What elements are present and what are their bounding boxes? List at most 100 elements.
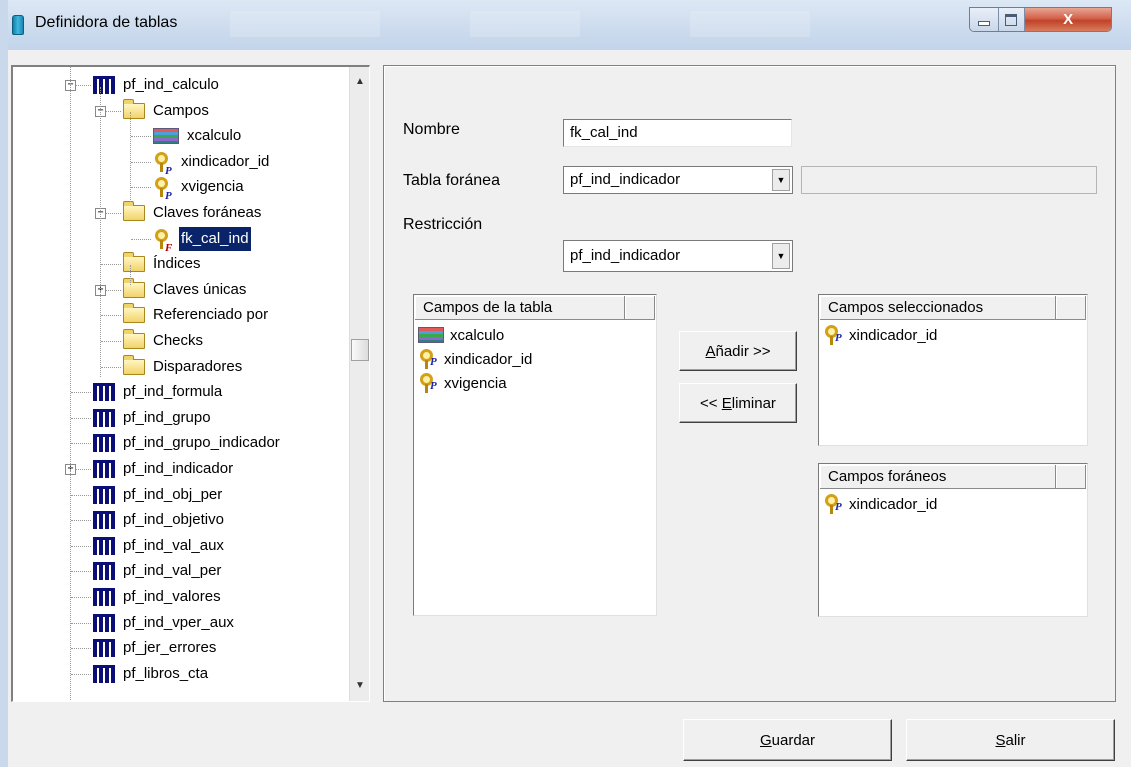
tree-item[interactable]: pf_ind_objetivo [93, 508, 226, 532]
tree-guide-line [70, 67, 71, 701]
tree-item[interactable]: pf_ind_calculo [93, 73, 221, 97]
campos-tabla-list[interactable]: Campos de la tabla xcalculo Pxindicador_i… [413, 294, 657, 616]
list-item[interactable]: Pxvigencia [418, 371, 507, 395]
tree-item[interactable]: pf_ind_val_per [93, 559, 223, 583]
folder-icon [123, 201, 145, 221]
eliminar-button[interactable]: << Eliminar [679, 383, 797, 423]
nombre-label: Nombre [403, 121, 460, 138]
anadir-button[interactable]: Añadir >> [679, 331, 797, 371]
tree-item[interactable]: Disparadores [123, 354, 244, 379]
window-left-edge [0, 0, 8, 767]
title-bar-reflection [230, 11, 380, 37]
tree-connector [71, 597, 91, 598]
tree-guide-line [100, 87, 101, 377]
column-header[interactable]: Campos seleccionados [820, 296, 1057, 320]
list-item-label: xcalculo [450, 326, 505, 344]
salir-button[interactable]: Salir [906, 719, 1115, 761]
table-icon [93, 639, 115, 658]
guardar-label: Guardar [759, 731, 816, 749]
key-letter: P [430, 356, 437, 368]
dropdown-arrow-icon[interactable]: ▼ [772, 243, 790, 269]
tree-item-label: Claves únicas [153, 280, 247, 298]
guardar-button[interactable]: Guardar [683, 719, 892, 761]
column-header[interactable]: Campos de la tabla [415, 296, 626, 320]
list-item[interactable]: Pxindicador_id [418, 347, 532, 371]
tree-guide-line [130, 112, 131, 202]
tree-connector [71, 494, 91, 496]
tree-item-label: pf_ind_valores [123, 588, 221, 605]
close-button[interactable]: X [1025, 8, 1111, 31]
column-header[interactable]: Campos foráneos [820, 465, 1057, 489]
column-header-empty[interactable] [1056, 465, 1086, 489]
table-icon [93, 460, 115, 478]
table-icon [93, 383, 115, 402]
tree-connector [101, 366, 121, 368]
campos-foraneos-list[interactable]: Campos foráneos Pxindicador_id [818, 463, 1088, 617]
tree-item[interactable]: pf_ind_obj_per [93, 483, 224, 507]
list-header: Campos de la tabla [415, 296, 655, 320]
tree-item[interactable]: Referenciado por [123, 303, 270, 327]
tree-connector [71, 520, 91, 522]
column-icon [153, 128, 179, 145]
key-letter: P [835, 332, 842, 344]
tabla-foranea-select[interactable]: pf_ind_indicador ▼ [563, 166, 793, 194]
tree-item-label: pf_ind_vper_aux [123, 613, 234, 631]
tree-item[interactable]: pf_ind_grupo [93, 406, 213, 430]
tree-item-label: Índices [153, 255, 201, 273]
column-header-empty[interactable] [625, 296, 655, 320]
tree-item[interactable]: pf_ind_indicador [93, 457, 235, 481]
tree-item-label: pf_ind_calculo [123, 76, 219, 93]
nombre-input[interactable]: fk_cal_ind [563, 119, 792, 147]
column-header-empty[interactable] [1056, 296, 1086, 320]
tree-item-label: fk_cal_ind [178, 225, 252, 252]
tree-item-label: pf_ind_val_aux [123, 536, 224, 554]
tree-scrollbar[interactable]: ▲ ▼ [349, 67, 369, 701]
tree-item-label: pf_ind_obj_per [123, 485, 223, 503]
scroll-thumb[interactable] [351, 339, 369, 361]
list-item[interactable]: Pxindicador_id [823, 492, 937, 516]
tree-item[interactable]: Checks [123, 329, 205, 353]
tree-item-label: pf_ind_grupo [123, 408, 211, 426]
primary-key-icon: P [418, 373, 440, 393]
minimize-button[interactable] [970, 8, 999, 31]
key-letter: P [835, 501, 842, 513]
table-tree[interactable]: pf_ind_calculo − Campos − xcalculo Pxindicado… [11, 65, 370, 702]
tree-item[interactable]: Campos [123, 98, 211, 123]
list-item-label: xindicador_id [849, 326, 938, 344]
table-icon [93, 485, 115, 504]
tree-item[interactable]: Pxvigencia [153, 175, 246, 202]
tree-item[interactable]: pf_jer_errores [93, 636, 218, 660]
tree-item[interactable]: Pxindicador_id [153, 150, 271, 177]
tree-item[interactable]: pf_ind_grupo_indicador [93, 431, 282, 455]
primary-key-icon: P [823, 494, 845, 514]
maximize-button[interactable] [998, 8, 1026, 31]
tree-item[interactable]: Claves únicas [123, 277, 248, 302]
tree-connector [71, 571, 91, 573]
restriccion-select[interactable]: pf_ind_indicador ▼ [563, 240, 793, 272]
campos-seleccionados-list[interactable]: Campos seleccionados Pxindicador_id [818, 294, 1088, 446]
tree-item[interactable]: Ffk_cal_ind [153, 225, 252, 254]
tree-item[interactable]: xcalculo [153, 124, 243, 148]
tree-item[interactable]: Claves foráneas [123, 201, 263, 225]
tree-item[interactable]: pf_ind_vper_aux [93, 611, 236, 635]
list-item[interactable]: xcalculo [418, 323, 504, 347]
dropdown-arrow-icon[interactable]: ▼ [772, 169, 790, 191]
tree-item[interactable]: Índices [123, 252, 203, 276]
tree-item-label: Checks [153, 332, 204, 349]
tree-connector [71, 392, 91, 394]
scroll-up-arrow-icon[interactable]: ▲ [350, 71, 369, 91]
foreign-key-icon: F [153, 228, 175, 254]
tree-item[interactable]: pf_ind_val_aux [93, 534, 226, 558]
table-icon [93, 664, 115, 683]
list-item[interactable]: Pxindicador_id [823, 323, 937, 347]
tree-item[interactable]: pf_ind_valores [93, 585, 223, 609]
tree-item[interactable]: pf_libros_cta [93, 662, 210, 686]
tree-item[interactable]: pf_ind_formula [93, 380, 224, 404]
tree-connector [71, 622, 91, 624]
tree-connector [131, 136, 151, 138]
tabla-foranea-value: pf_ind_indicador [570, 171, 681, 188]
scroll-down-arrow-icon[interactable]: ▼ [350, 675, 369, 695]
tree-item-label: pf_libros_cta [123, 664, 209, 682]
tree-connector [131, 187, 151, 189]
maximize-icon [1005, 13, 1018, 26]
